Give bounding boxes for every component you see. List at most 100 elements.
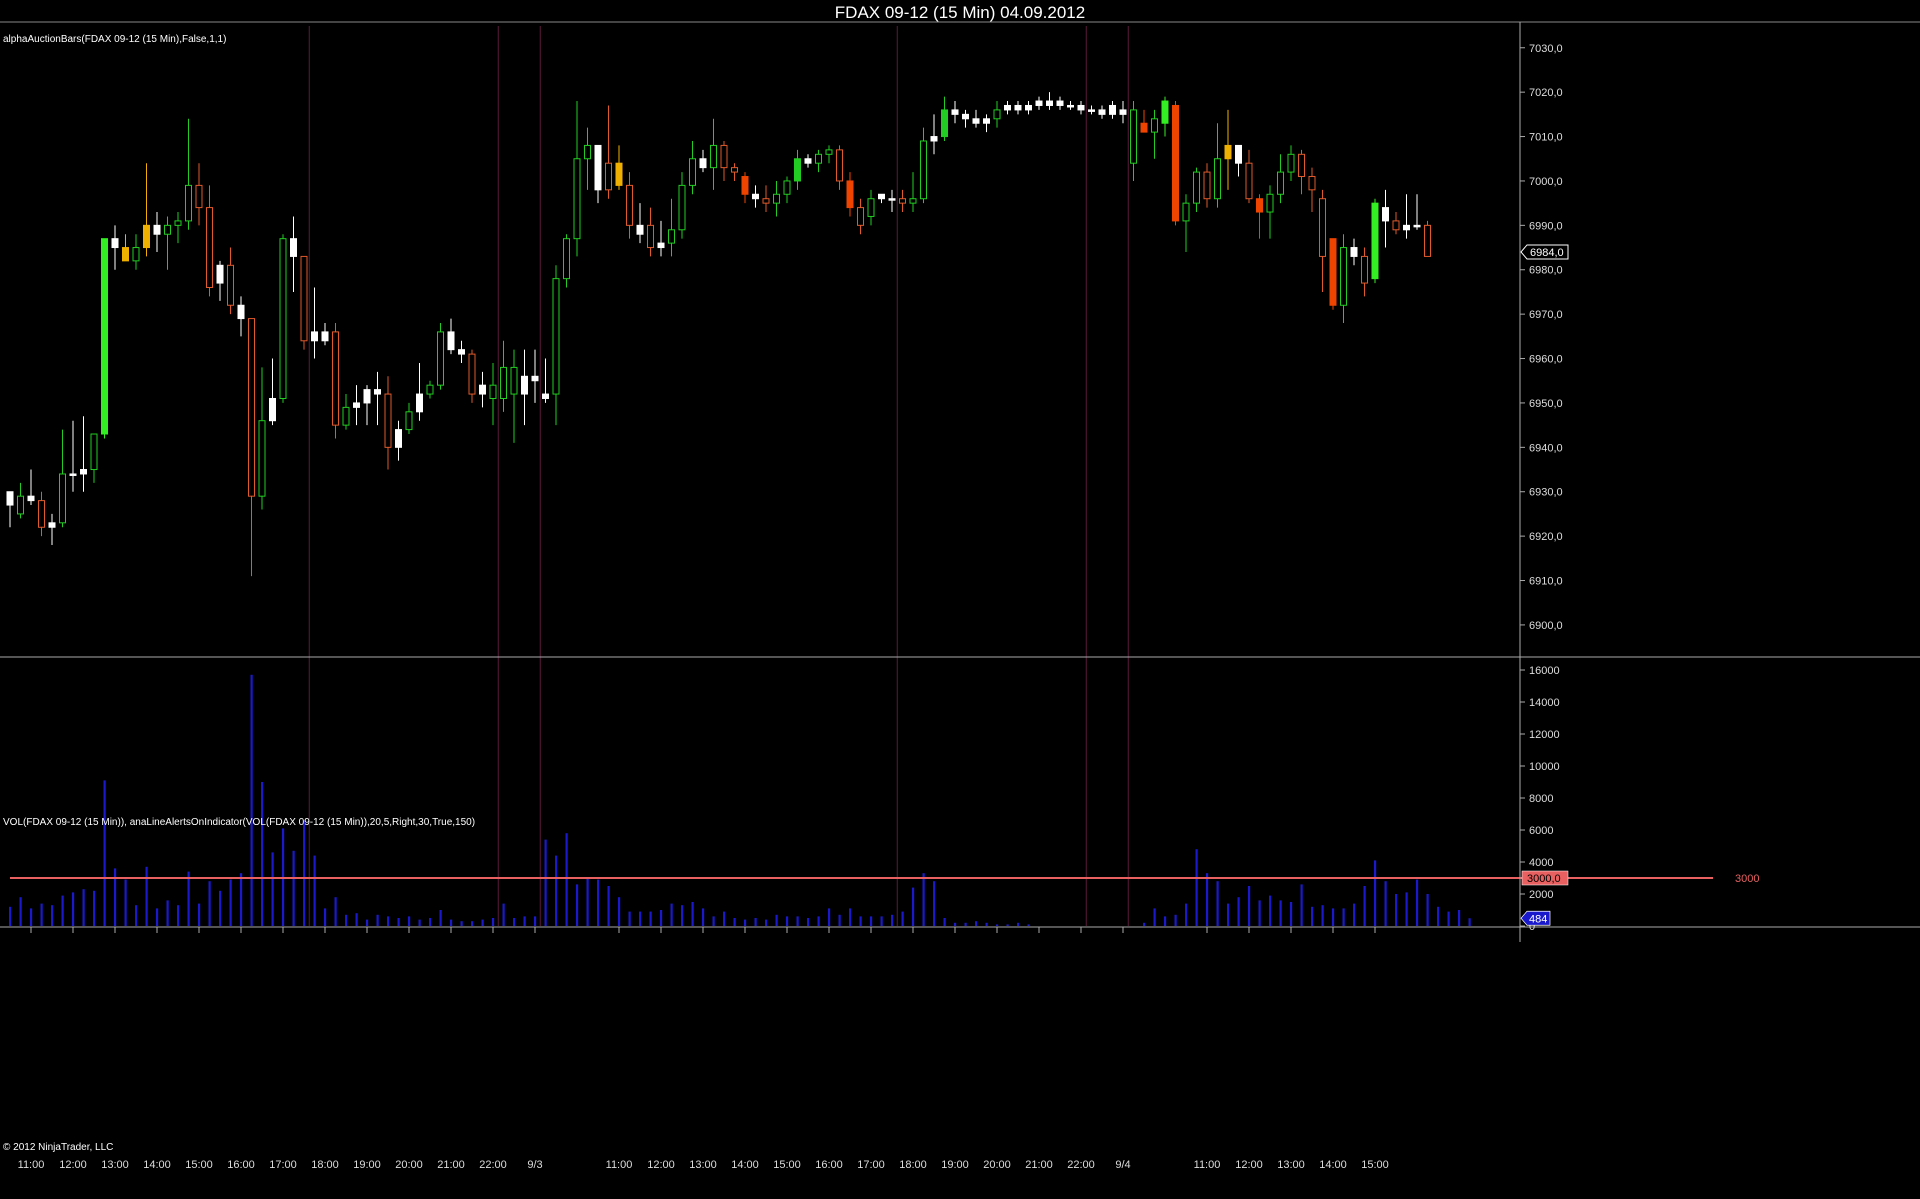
volume-bar (1395, 894, 1398, 926)
candle-body (143, 224, 150, 249)
volume-bar (1353, 903, 1356, 926)
volume-bar (1143, 922, 1146, 926)
candle-body (1214, 158, 1221, 200)
volume-bar (324, 908, 327, 926)
volume-bar (523, 916, 526, 926)
price-tick-label: 6910,0 (1529, 576, 1563, 588)
candle-body (1361, 255, 1368, 284)
candle-body (962, 113, 969, 120)
candle-body (1413, 224, 1421, 228)
candle-body (710, 144, 717, 169)
candle-body (27, 495, 35, 502)
volume-bar (1279, 900, 1282, 926)
price-tick-label: 7000,0 (1529, 176, 1563, 188)
time-tick-label: 12:00 (59, 1159, 87, 1171)
candle-body (122, 247, 129, 262)
candle-body (1235, 144, 1242, 164)
candle-body (636, 224, 644, 235)
volume-bar (513, 918, 516, 926)
candle-body (69, 473, 77, 476)
volume-bar (334, 897, 337, 926)
volume-tick-label: 12000 (1529, 729, 1560, 741)
candle-body (6, 491, 14, 506)
volume-bar (849, 908, 852, 926)
candle-body (363, 389, 371, 404)
candle-body (1424, 224, 1431, 257)
volume-bar (964, 922, 967, 926)
volume-bar (975, 921, 978, 926)
volume-bar (1027, 924, 1030, 926)
volume-bar (135, 905, 138, 926)
candle-body (930, 136, 938, 142)
candle-body (321, 331, 329, 342)
volume-bar (1290, 902, 1293, 926)
volume-bar (1006, 924, 1009, 926)
chart-area[interactable]: 7030,0 7020,0 7010,0 7000,0 6990,0 6980,0 6970… (0, 0, 1920, 1199)
candle-body (752, 193, 759, 200)
time-tick-label: 14:00 (143, 1159, 171, 1171)
volume-bar (765, 919, 768, 926)
candle-body (279, 238, 287, 399)
volume-bar (712, 916, 715, 926)
price-tick-label: 6960,0 (1529, 354, 1563, 366)
volume-bar (775, 914, 778, 926)
candle-body (846, 180, 854, 209)
candle-body (374, 389, 381, 395)
time-tick-label: 13:00 (1277, 1159, 1305, 1171)
volume-bar (397, 918, 400, 926)
volume-tick-label: 14000 (1529, 697, 1560, 709)
volume-bar (1363, 886, 1366, 926)
volume-bar (1332, 908, 1335, 926)
volume-bar (429, 918, 432, 926)
volume-tick-label: 10000 (1529, 761, 1560, 773)
candle-body (59, 473, 66, 524)
time-tick-label: 14:00 (731, 1159, 759, 1171)
candle-body (17, 495, 24, 515)
volume-bar (439, 910, 442, 926)
candle-body (1308, 176, 1316, 191)
candle-body (1371, 202, 1379, 280)
volume-bar (198, 903, 201, 926)
candle-body (731, 167, 738, 173)
candle-body (647, 224, 654, 249)
candle-body (899, 198, 906, 204)
volume-bar (723, 911, 726, 926)
candle-body (983, 118, 990, 124)
candle-body (762, 198, 770, 204)
price-tick-label: 6900,0 (1529, 620, 1563, 632)
volume-bar (870, 916, 873, 926)
candle-body (164, 224, 171, 235)
volume-panel-label: VOL(FDAX 09-12 (15 Min)), anaLineAlertsO… (3, 817, 475, 828)
time-tick-label: 22:00 (479, 1159, 507, 1171)
volume-bar (103, 780, 106, 926)
time-tick-label: 9/3 (527, 1159, 542, 1171)
volume-bar (786, 916, 789, 926)
time-tick-label: 11:00 (18, 1159, 45, 1171)
candle-body (552, 278, 560, 395)
candle-body (300, 255, 308, 342)
volume-bar (303, 820, 306, 926)
volume-tick-label: 16000 (1529, 665, 1560, 677)
volume-bar (891, 914, 894, 926)
candle-body (216, 264, 224, 284)
volume-bar (1195, 849, 1198, 926)
candle-body (594, 144, 602, 191)
volume-bar (880, 916, 883, 926)
time-tick-label: 12:00 (1235, 1159, 1263, 1171)
volume-bar (19, 897, 22, 926)
candle-body (269, 397, 276, 422)
candle-body (521, 375, 528, 395)
candle-body (248, 318, 255, 497)
candle-body (783, 180, 791, 195)
candle-body (615, 162, 623, 186)
candle-body (773, 193, 780, 204)
time-tick-label: 16:00 (815, 1159, 843, 1171)
price-tick-label: 7010,0 (1529, 132, 1563, 144)
candle-body (458, 349, 465, 355)
volume-bar (912, 887, 915, 926)
volume-bar (1216, 881, 1219, 926)
volume-bar (1174, 914, 1177, 926)
volume-bar (618, 897, 621, 926)
candle-body (804, 158, 812, 164)
candle-body (1287, 153, 1295, 173)
